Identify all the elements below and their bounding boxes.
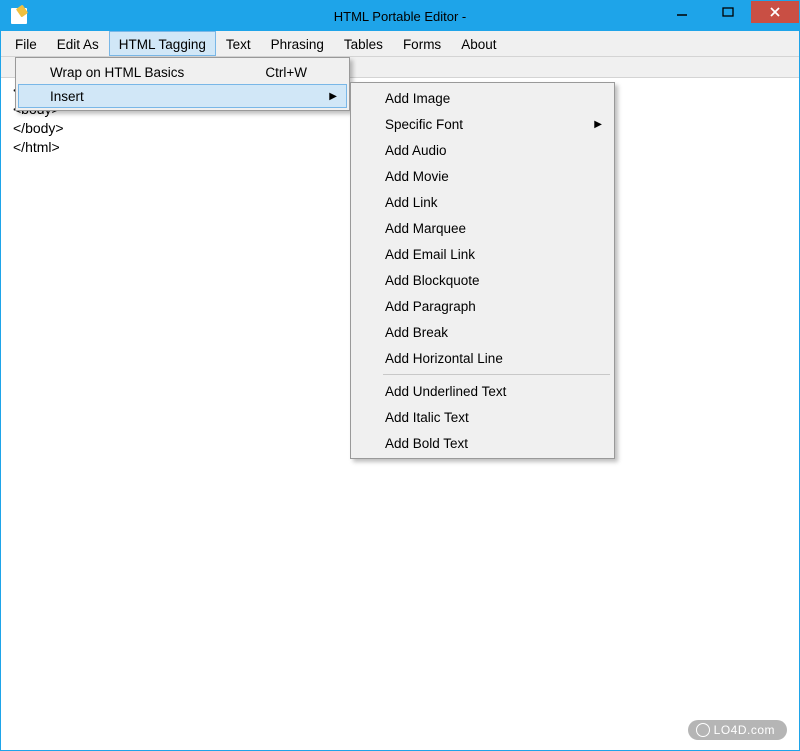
- menubar: File Edit As HTML Tagging Text Phrasing …: [1, 31, 799, 57]
- menuitem-shortcut: Ctrl+W: [265, 65, 307, 80]
- insert-submenu: Add Image Specific Font ▶ Add Audio Add …: [350, 82, 615, 459]
- menuitem-add-marquee[interactable]: Add Marquee: [353, 215, 612, 241]
- menuitem-add-blockquote[interactable]: Add Blockquote: [353, 267, 612, 293]
- menuitem-label: Add Break: [385, 325, 448, 340]
- menuitem-label: Add Movie: [385, 169, 449, 184]
- menuitem-add-link[interactable]: Add Link: [353, 189, 612, 215]
- menuitem-label: Add Italic Text: [385, 410, 469, 425]
- close-button[interactable]: [751, 1, 799, 23]
- menu-about[interactable]: About: [451, 31, 506, 56]
- globe-icon: [696, 723, 710, 737]
- menuitem-add-audio[interactable]: Add Audio: [353, 137, 612, 163]
- menuitem-insert[interactable]: Insert ▶: [18, 84, 347, 108]
- menuitem-add-image[interactable]: Add Image: [353, 85, 612, 111]
- menuitem-label: Add Paragraph: [385, 299, 476, 314]
- menuitem-wrap-html-basics[interactable]: Wrap on HTML Basics Ctrl+W: [18, 60, 347, 84]
- menuitem-label: Insert: [50, 89, 84, 104]
- menu-edit-as[interactable]: Edit As: [47, 31, 109, 56]
- menuitem-specific-font[interactable]: Specific Font ▶: [353, 111, 612, 137]
- menuitem-label: Specific Font: [385, 117, 463, 132]
- submenu-arrow-icon: ▶: [594, 119, 602, 130]
- menu-html-tagging[interactable]: HTML Tagging: [109, 31, 216, 56]
- menuitem-label: Add Image: [385, 91, 450, 106]
- menu-phrasing[interactable]: Phrasing: [261, 31, 334, 56]
- html-tagging-dropdown: Wrap on HTML Basics Ctrl+W Insert ▶: [15, 57, 350, 111]
- watermark-text: LO4D.com: [714, 723, 775, 737]
- menuitem-add-break[interactable]: Add Break: [353, 319, 612, 345]
- titlebar[interactable]: HTML Portable Editor -: [1, 1, 799, 31]
- menuitem-label: Add Link: [385, 195, 438, 210]
- menuitem-add-horizontal-line[interactable]: Add Horizontal Line: [353, 345, 612, 371]
- menuitem-label: Add Bold Text: [385, 436, 468, 451]
- app-icon: [11, 8, 27, 24]
- menuitem-label: Add Underlined Text: [385, 384, 506, 399]
- menuitem-add-movie[interactable]: Add Movie: [353, 163, 612, 189]
- menu-separator: [383, 374, 610, 375]
- menuitem-label: Add Email Link: [385, 247, 475, 262]
- menuitem-label: Add Horizontal Line: [385, 351, 503, 366]
- maximize-button[interactable]: [705, 1, 751, 23]
- application-window: HTML Portable Editor - File Edit As HTML…: [0, 0, 800, 751]
- menuitem-label: Add Marquee: [385, 221, 466, 236]
- menuitem-add-email-link[interactable]: Add Email Link: [353, 241, 612, 267]
- window-title: HTML Portable Editor -: [334, 9, 466, 24]
- menuitem-label: Wrap on HTML Basics: [50, 65, 184, 80]
- window-controls: [659, 1, 799, 23]
- menuitem-add-underlined-text[interactable]: Add Underlined Text: [353, 378, 612, 404]
- menu-file[interactable]: File: [5, 31, 47, 56]
- menuitem-add-bold-text[interactable]: Add Bold Text: [353, 430, 612, 456]
- menuitem-label: Add Audio: [385, 143, 447, 158]
- menuitem-add-paragraph[interactable]: Add Paragraph: [353, 293, 612, 319]
- menu-forms[interactable]: Forms: [393, 31, 451, 56]
- menuitem-add-italic-text[interactable]: Add Italic Text: [353, 404, 612, 430]
- menuitem-label: Add Blockquote: [385, 273, 480, 288]
- menu-tables[interactable]: Tables: [334, 31, 393, 56]
- minimize-button[interactable]: [659, 1, 705, 23]
- submenu-arrow-icon: ▶: [329, 91, 337, 102]
- menu-text[interactable]: Text: [216, 31, 261, 56]
- watermark: LO4D.com: [688, 720, 787, 740]
